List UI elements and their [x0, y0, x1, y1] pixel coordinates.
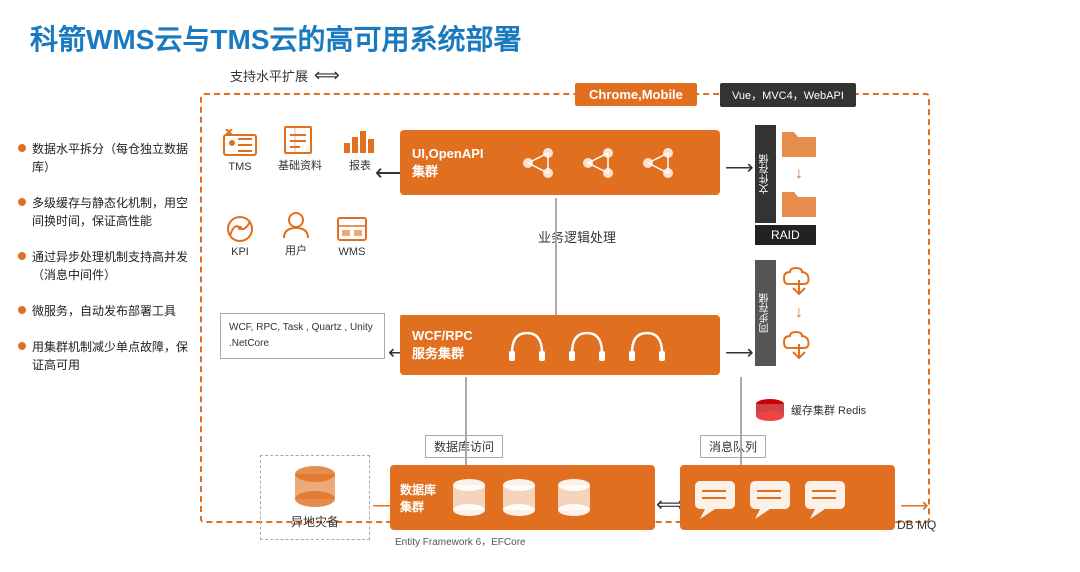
ui-cluster-label: UI,OpenAPI集群: [412, 146, 484, 180]
disaster-box: 异地灾备: [260, 455, 370, 540]
file-storage-section: 文件存储 ↓: [755, 125, 818, 223]
wcf-cluster-label: WCF/RPC服务集群: [412, 328, 473, 362]
wcf-cluster-box: WCF/RPC服务集群: [400, 315, 720, 375]
arrow-wcf-to-storage: ⟶: [725, 340, 754, 365]
vue-label-box: Vue，MVC4，WebAPI: [720, 83, 856, 107]
expand-arrow-icon: ⟺: [314, 65, 340, 86]
ui-cluster-box: UI,OpenAPI集群: [400, 130, 720, 195]
folder-icon-1: [780, 129, 818, 159]
download-icon-2: [780, 328, 818, 362]
bullet-5: 用集群机制减少单点故障，保证高可用: [18, 338, 193, 374]
basic-data-icon: [282, 125, 318, 155]
bullet-dot: [18, 144, 26, 152]
sync-storage-label: 同步存储: [755, 260, 776, 366]
entity-label: Entity Framework 6，EFCore: [395, 533, 526, 548]
mq-cluster-icons: [690, 473, 880, 523]
vertical-line-ui-wcf: [555, 198, 557, 316]
wms-icon: [334, 214, 370, 244]
bullet-dot: [18, 252, 26, 260]
ui-cluster-graph: [498, 138, 698, 188]
db-mq-label: DB MQ: [897, 518, 936, 532]
redis-icon: [755, 398, 785, 422]
down-arrow-icon: ↓: [795, 165, 803, 183]
file-storage-label: 文件存储: [755, 125, 776, 223]
raid-box: RAID: [755, 225, 816, 245]
down-arrow-2-icon: ↓: [795, 304, 803, 322]
tms-icon: [222, 129, 258, 159]
report-icon: [342, 125, 378, 155]
wcf-cluster-headphones: [487, 323, 687, 368]
disaster-db-icon: [290, 464, 340, 509]
report-icon-item: 报表: [342, 125, 378, 173]
mq-cluster-box: [680, 465, 895, 530]
db-cluster-label: 数据库集群: [400, 481, 436, 515]
page-title: 科箭WMS云与TMS云的高可用系统部署: [30, 18, 522, 58]
wms-icon-item: WMS: [334, 214, 370, 258]
file-storage-icons: ↓: [780, 125, 818, 223]
bullet-dot: [18, 342, 26, 350]
wcf-left-box: WCF, RPC, Task , Quartz , Unity .NetCore: [220, 313, 385, 359]
basic-data-icon-item: 基础资料: [278, 125, 322, 173]
user-icon-item: 用户: [278, 210, 314, 258]
sync-storage-icons: ↓: [780, 260, 818, 366]
bullet-4: 微服务，自动发布部署工具: [18, 302, 193, 320]
bullet-dot: [18, 198, 26, 206]
tms-icon-item: TMS: [222, 129, 258, 173]
business-logic-label: 业务逻辑处理: [530, 225, 624, 248]
arrow-mq-right: ⟶: [900, 493, 929, 518]
arrow-disaster-to-db: ⟶: [372, 493, 401, 518]
download-icon-1: [780, 264, 818, 298]
expand-label: 支持水平扩展 ⟺: [230, 65, 340, 86]
vert-line-wcf-db: [465, 377, 467, 465]
disaster-label: 异地灾备: [291, 515, 339, 529]
kpi-icon-item: KPI: [222, 214, 258, 258]
mq-label: 消息队列: [700, 435, 766, 458]
bullet-list: 数据水平拆分（每仓独立数据库） 多级缓存与静态化机制，用空间换时间，保证高性能 …: [18, 140, 193, 392]
bullet-2: 多级缓存与静态化机制，用空间换时间，保证高性能: [18, 194, 193, 230]
chrome-mobile-box: Chrome,Mobile: [575, 83, 697, 106]
icons-row-bottom: KPI 用户 WMS: [222, 210, 370, 258]
icons-row-top: TMS 基础资料 报表: [222, 125, 378, 173]
db-cluster-icons: [444, 473, 619, 523]
bullet-1: 数据水平拆分（每仓独立数据库）: [18, 140, 193, 176]
kpi-icon: [222, 214, 258, 244]
user-icon: [278, 210, 314, 240]
vert-line-wcf-mq: [740, 377, 742, 465]
bullet-dot: [18, 306, 26, 314]
cache-redis-section: 缓存集群 Redis: [755, 398, 866, 422]
bullet-3: 通过异步处理机制支持高并发（消息中间件）: [18, 248, 193, 284]
arrow-ui-to-storage: ⟶: [725, 155, 754, 180]
sync-storage-section: 同步存储 ↓: [755, 260, 818, 366]
architecture-diagram: 支持水平扩展 ⟺ Chrome,Mobile Vue，MVC4，WebAPI T…: [200, 65, 1060, 565]
db-cluster-box: 数据库集群: [390, 465, 655, 530]
folder-icon-2: [780, 189, 818, 219]
db-access-label: 数据库访问: [425, 435, 503, 458]
